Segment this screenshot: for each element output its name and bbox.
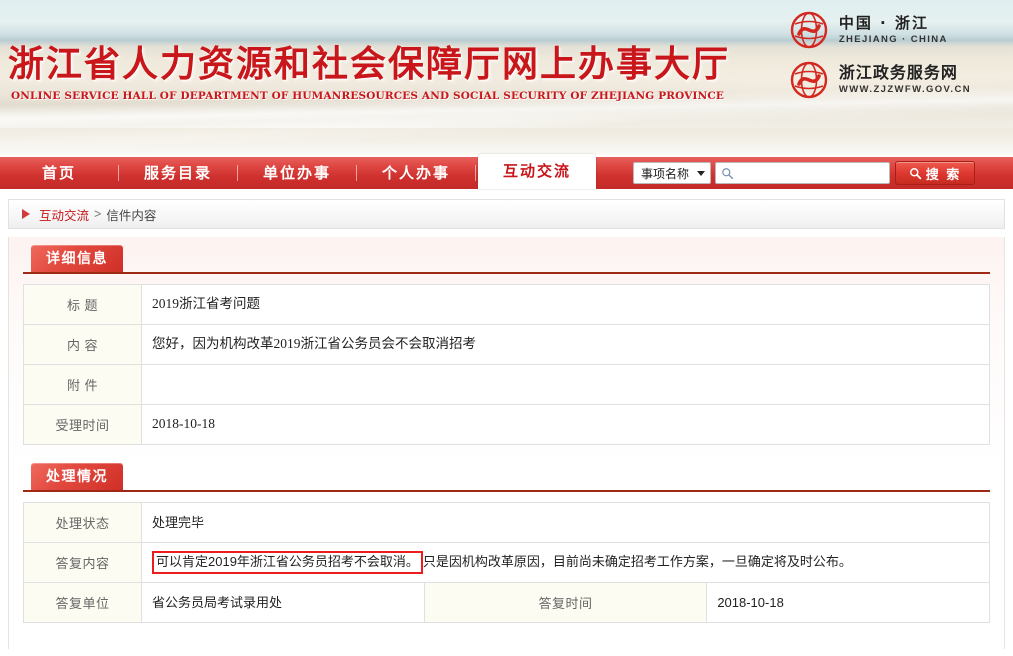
processing-label-reply-time: 答复时间	[423, 582, 708, 623]
nav-item-interaction-active[interactable]: 互动交流	[478, 154, 596, 189]
breadcrumb-separator: >	[94, 207, 102, 221]
details-value-attachment	[141, 364, 990, 405]
details-value-title: 2019浙江省考问题	[141, 284, 990, 325]
details-value-content: 您好，因为机构改革2019浙江省公务员会不会取消招考	[141, 324, 990, 365]
nav-item-personal-affairs[interactable]: 个人办事	[357, 157, 475, 189]
processing-value-reply-rest: 只是因机构改革原因，目前尚未确定招考工作方案，一旦确定将及时公布。	[422, 553, 852, 569]
logo-zhejiang-china-en: ZHEJIANG · CHINA	[838, 33, 948, 45]
logo-zhejiang-china-text: 中国 · 浙江 ZHEJIANG · CHINA	[839, 15, 948, 45]
table-row: 处理状态 处理完毕	[23, 502, 990, 543]
section-processing-header: 处理情况	[23, 463, 990, 492]
processing-value-status: 处理完毕	[141, 502, 990, 543]
processing-table: 处理状态 处理完毕 答复内容 可以肯定2019年浙江省公务员招考不会取消。 只是因…	[23, 502, 990, 623]
site-title-block: 浙江省人力资源和社会保障厅网上办事大厅 ONLINE SERVICE HALL …	[8, 42, 730, 102]
breadcrumb: 互动交流 > 信件内容	[8, 199, 1005, 229]
search-button-magnifier-icon	[909, 167, 921, 179]
nav-item-home[interactable]: 首页	[0, 157, 118, 189]
main-navigation: 首页 服务目录 单位办事 个人办事 互动交流 事项名称 搜 索	[0, 154, 1013, 189]
processing-label-reply: 答复内容	[23, 542, 142, 583]
processing-value-reply-unit: 省公务员局考试录用处	[141, 582, 425, 623]
details-label-attachment: 附 件	[23, 364, 142, 405]
search-input[interactable]	[738, 163, 886, 183]
table-row: 内 容 您好，因为机构改革2019浙江省公务员会不会取消招考	[23, 324, 990, 365]
section-details-tab[interactable]: 详细信息	[31, 245, 123, 272]
table-row: 附 件	[23, 364, 990, 405]
search-input-wrapper[interactable]	[715, 162, 890, 184]
processing-value-reply: 可以肯定2019年浙江省公务员招考不会取消。 只是因机构改革原因，目前尚未确定招考…	[141, 542, 990, 583]
table-row: 答复内容 可以肯定2019年浙江省公务员招考不会取消。 只是因机构改革原因，目前尚…	[23, 542, 990, 583]
section-details-header: 详细信息	[23, 245, 990, 274]
logo-zjzwfw[interactable]: 浙江政务服务网 WWW.ZJZWFW.GOV.CN	[789, 56, 971, 104]
logo-zjzwfw-cn: 浙江政务服务网	[838, 63, 958, 83]
breadcrumb-current: 信件内容	[106, 208, 157, 223]
highlight-annotation-box: 可以肯定2019年浙江省公务员招考不会取消。	[152, 550, 423, 575]
zjzwfw-logo-icon	[790, 61, 828, 99]
details-label-accept-time: 受理时间	[23, 404, 142, 445]
site-subtitle: ONLINE SERVICE HALL OF DEPARTMENT OF HUM…	[11, 90, 725, 102]
content-panel: 详细信息 标 题 2019浙江省考问题 内 容 您好，因为机构改革2019浙江省…	[8, 237, 1005, 649]
processing-value-reply-time: 2018-10-18	[706, 582, 990, 623]
logo-zjzwfw-text: 浙江政务服务网 WWW.ZJZWFW.GOV.CN	[839, 64, 971, 95]
logo-zhejiang-china-cn: 中国 · 浙江	[838, 14, 929, 33]
processing-label-status: 处理状态	[23, 502, 142, 543]
section-processing: 处理情况 处理状态 处理完毕 答复内容 可以肯定2019年浙江省公务员招考不会取…	[23, 445, 990, 623]
breadcrumb-parent[interactable]: 互动交流	[39, 205, 89, 224]
site-title: 浙江省人力资源和社会保障厅网上办事大厅	[8, 43, 731, 85]
table-row: 受理时间 2018-10-18	[23, 404, 990, 445]
triangle-right-icon	[22, 209, 30, 219]
search-button[interactable]: 搜 索	[895, 161, 975, 185]
logo-zhejiang-china[interactable]: 中国 · 浙江 ZHEJIANG · CHINA	[789, 6, 971, 54]
table-row: 标 题 2019浙江省考问题	[23, 284, 990, 325]
nav-item-service-catalog[interactable]: 服务目录	[119, 157, 237, 189]
zhejiang-china-logo-icon	[790, 11, 828, 49]
table-row: 答复单位 省公务员局考试录用处 答复时间 2018-10-18	[23, 582, 990, 623]
magnifier-icon	[722, 168, 734, 180]
search-category-value: 事项名称	[641, 166, 690, 181]
banner-sand	[0, 128, 1013, 155]
nav-item-org-affairs[interactable]: 单位办事	[238, 157, 356, 189]
search-group: 事项名称 搜 索	[633, 161, 975, 185]
search-button-label: 搜 索	[925, 166, 962, 182]
details-label-content: 内 容	[23, 324, 142, 365]
details-label-title: 标 题	[23, 284, 142, 325]
section-details: 详细信息 标 题 2019浙江省考问题 内 容 您好，因为机构改革2019浙江省…	[23, 237, 990, 445]
site-banner: 浙江省人力资源和社会保障厅网上办事大厅 ONLINE SERVICE HALL …	[0, 0, 1013, 155]
page-root: 浙江省人力资源和社会保障厅网上办事大厅 ONLINE SERVICE HALL …	[0, 0, 1013, 656]
section-processing-tab[interactable]: 处理情况	[31, 463, 123, 490]
nav-separator	[475, 165, 476, 181]
logo-group: 中国 · 浙江 ZHEJIANG · CHINA 浙江政务服务网 WWW.ZJZ…	[789, 6, 971, 104]
chevron-down-icon	[697, 170, 705, 176]
details-value-accept-time: 2018-10-18	[141, 404, 990, 445]
processing-label-reply-unit: 答复单位	[23, 582, 142, 623]
details-table: 标 题 2019浙江省考问题 内 容 您好，因为机构改革2019浙江省公务员会不…	[23, 284, 990, 445]
logo-zjzwfw-en: WWW.ZJZWFW.GOV.CN	[838, 84, 971, 96]
search-category-select[interactable]: 事项名称	[633, 162, 711, 184]
